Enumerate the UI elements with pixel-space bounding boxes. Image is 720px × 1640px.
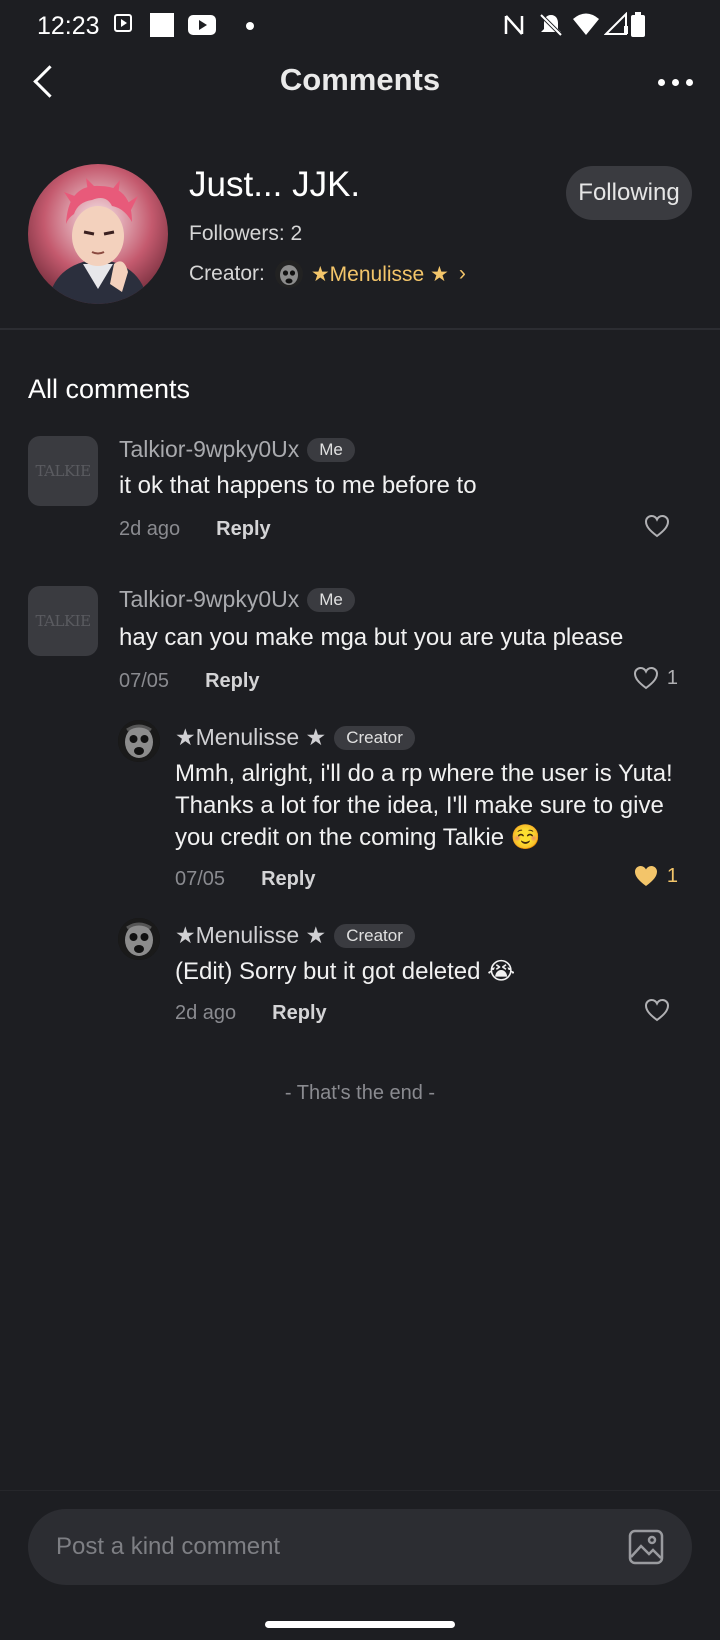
like-count: 1: [666, 666, 678, 689]
bot-avatar[interactable]: [28, 164, 168, 304]
comment-author[interactable]: Talkior-9wpky0Ux Me: [119, 586, 355, 613]
heart-icon: [644, 514, 670, 538]
creator-link[interactable]: Creator: ★Menulisse ★ ›: [189, 260, 466, 288]
user-avatar[interactable]: TALKIE: [28, 586, 98, 656]
me-badge: Me: [307, 587, 355, 612]
following-button[interactable]: Following: [566, 166, 692, 220]
comment-author-name: ★Menulisse ★: [175, 922, 327, 948]
creator-label: Creator:: [189, 262, 265, 285]
like-count: 1: [666, 864, 678, 887]
battery-icon: [631, 12, 645, 37]
comment-input[interactable]: [28, 1509, 692, 1585]
reply-button[interactable]: Reply: [216, 518, 270, 541]
bot-name: Just... JJK.: [189, 165, 361, 204]
notification-square-icon: [150, 13, 174, 37]
screen-record-icon: [114, 14, 132, 32]
page-title: Comments: [279, 62, 441, 97]
youtube-icon: [188, 15, 216, 35]
comment-meta: 07/05 Reply: [119, 670, 260, 693]
signal-icon: [604, 12, 628, 35]
status-time: 12:23: [37, 12, 100, 40]
comment-author[interactable]: ★Menulisse ★ Creator: [175, 724, 415, 751]
home-indicator[interactable]: [265, 1621, 455, 1628]
comment-text: hay can you make mga but you are yuta pl…: [119, 624, 624, 651]
status-bar: 12:23: [0, 0, 720, 54]
comment-text: it ok that happens to me before to: [119, 472, 477, 499]
comment-time: 07/05: [119, 670, 170, 692]
like-button[interactable]: 1: [633, 864, 678, 888]
comment-time: 2d ago: [175, 1002, 237, 1024]
comment-meta: 2d ago Reply: [119, 518, 271, 541]
end-of-list-text: - That's the end -: [284, 1082, 436, 1104]
heart-icon: [633, 666, 658, 690]
comment-author[interactable]: Talkior-9wpky0Ux Me: [119, 436, 355, 463]
creator-avatar[interactable]: [118, 918, 160, 960]
notification-dot-icon: [246, 22, 254, 30]
heart-filled-icon: [634, 866, 657, 886]
like-button[interactable]: [644, 514, 678, 538]
section-title: All comments: [28, 374, 191, 404]
comment-composer: [0, 1490, 720, 1640]
comment-time: 2d ago: [119, 518, 181, 540]
creator-badge: Creator: [334, 725, 415, 750]
comment-author-name: ★Menulisse ★: [175, 724, 327, 750]
user-avatar[interactable]: TALKIE: [28, 436, 98, 506]
comment-text: Mmh, alright, i'll do a rp where the use…: [175, 760, 673, 851]
creator-name: ★Menulisse ★: [310, 262, 449, 286]
like-button[interactable]: 1: [633, 666, 678, 690]
bot-profile: Just... JJK. Followers: 2 Creator: ★Menu…: [0, 160, 720, 330]
reply-button[interactable]: Reply: [261, 868, 315, 891]
like-button[interactable]: [644, 998, 678, 1022]
mute-bell-icon: [539, 13, 563, 37]
followers-count: Followers: 2: [189, 222, 303, 245]
image-icon[interactable]: [628, 1529, 664, 1565]
comment-meta: 07/05 Reply: [175, 868, 316, 891]
creator-avatar[interactable]: [118, 720, 160, 762]
reply-button[interactable]: Reply: [272, 1002, 326, 1025]
chevron-right-icon: ›: [458, 262, 466, 285]
more-options-icon[interactable]: [658, 72, 698, 92]
wifi-icon: [573, 13, 599, 35]
nfc-icon: [504, 15, 524, 35]
comment-meta: 2d ago Reply: [175, 1002, 327, 1025]
comment-author-name: Talkior-9wpky0Ux: [119, 436, 300, 462]
comment-author-name: Talkior-9wpky0Ux: [119, 586, 300, 612]
comment-author[interactable]: ★Menulisse ★ Creator: [175, 922, 415, 949]
comment-text: (Edit) Sorry but it got deleted 😭: [175, 958, 516, 985]
reply-button[interactable]: Reply: [205, 670, 259, 693]
creator-badge: Creator: [334, 923, 415, 948]
me-badge: Me: [307, 437, 355, 462]
comment-time: 07/05: [175, 868, 226, 890]
creator-avatar: [274, 260, 303, 288]
app-header: Comments: [0, 54, 720, 110]
heart-icon: [644, 998, 670, 1022]
